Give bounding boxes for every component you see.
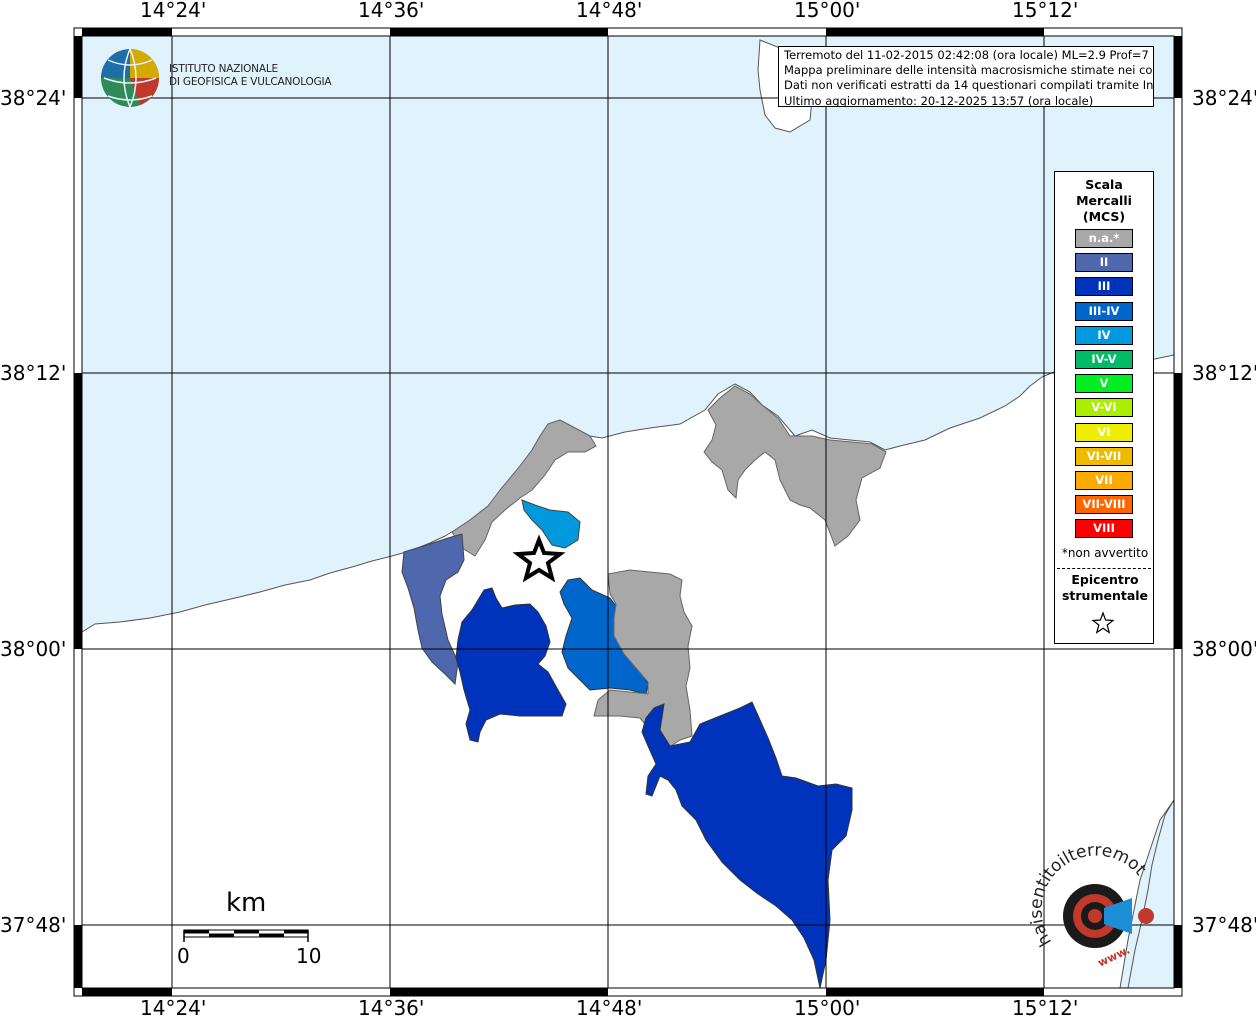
scale-end: 10 — [296, 944, 322, 968]
legend-class-4: IV — [1075, 325, 1133, 345]
lon-label-bottom-2: 14°36' — [358, 996, 425, 1020]
legend-title-line-1: Scala — [1085, 177, 1123, 192]
legend-class-7: V-VI — [1075, 398, 1133, 418]
lat-label-left-3: 38°00' — [0, 637, 67, 661]
lat-label-right-4: 37°48' — [1192, 913, 1256, 937]
legend-class-10: VII — [1075, 471, 1133, 490]
legend-class-2: III — [1075, 277, 1133, 297]
lat-label-right-2: 38°12' — [1192, 361, 1256, 385]
legend-epicentre-label: Epicentro strumentale — [1055, 572, 1155, 604]
legend-class-5: IV-V — [1075, 350, 1133, 369]
lat-label-left-4: 37°48' — [0, 913, 67, 937]
event-info-box: Terremoto del 11-02-2015 02:42:08 (ora l… — [778, 46, 1154, 107]
lon-label-bottom-5: 15°12' — [1012, 996, 1079, 1020]
legend-class-3: III-IV — [1075, 301, 1133, 321]
logo-line-2: DI GEOFISICA E VULCANOLOGIA — [169, 76, 332, 88]
legend-class-1: II — [1075, 253, 1133, 273]
legend-epicentre-line-2: strumentale — [1061, 588, 1149, 603]
legend-class-8: VI — [1075, 422, 1133, 442]
lon-label-top-1: 14°24' — [140, 0, 207, 22]
legend-separator — [1057, 568, 1151, 569]
info-line-3: Dati non verificati estratti da 14 quest… — [784, 78, 1154, 93]
legend-note: *non avvertito — [1061, 546, 1149, 560]
legend-class-0: n.a.* — [1075, 229, 1133, 248]
legend-epicentre-line-1: Epicentro — [1071, 572, 1139, 587]
legend: Scala Mercalli (MCS) n.a.* II III III-IV IV I… — [1054, 171, 1154, 644]
logo-line-1: ISTITUTO NAZIONALE — [169, 63, 278, 75]
lon-label-bottom-3: 14°48' — [576, 996, 643, 1020]
legend-class-12: VIII — [1075, 519, 1133, 539]
ingv-logo-icon — [101, 48, 159, 108]
lat-label-left-1: 38°24' — [0, 86, 67, 110]
info-line-2: Mappa preliminare delle intensità macros… — [784, 63, 1154, 78]
lon-label-top-5: 15°12' — [1012, 0, 1079, 22]
lon-label-top-3: 14°48' — [576, 0, 643, 22]
legend-class-6: V — [1075, 374, 1133, 394]
legend-title-line-3: (MCS) — [1082, 209, 1126, 224]
lon-label-bottom-4: 15°00' — [794, 996, 861, 1020]
logo-text: ISTITUTO NAZIONALE DI GEOFISICA E VULCAN… — [169, 63, 332, 89]
scale-start: 0 — [177, 944, 190, 968]
lat-label-left-2: 38°12' — [0, 361, 67, 385]
legend-class-11: VII-VIII — [1075, 495, 1133, 515]
lon-label-top-4: 15°00' — [794, 0, 861, 22]
legend-title-line-2: Mercalli — [1076, 193, 1132, 208]
scale-unit: km — [226, 888, 267, 918]
lat-label-right-1: 38°24' — [1192, 86, 1256, 110]
lon-label-top-2: 14°36' — [358, 0, 425, 22]
lon-label-bottom-1: 14°24' — [140, 996, 207, 1020]
info-line-4: Ultimo aggiornamento: 20-12-2025 13:57 (… — [784, 93, 1094, 107]
lat-label-right-3: 38°00' — [1192, 637, 1256, 661]
legend-title: Scala Mercalli (MCS) — [1055, 177, 1153, 225]
legend-class-9: VI-VII — [1075, 446, 1133, 466]
legend-star-icon — [1091, 611, 1115, 634]
info-line-1: Terremoto del 11-02-2015 02:42:08 (ora l… — [784, 48, 1154, 62]
